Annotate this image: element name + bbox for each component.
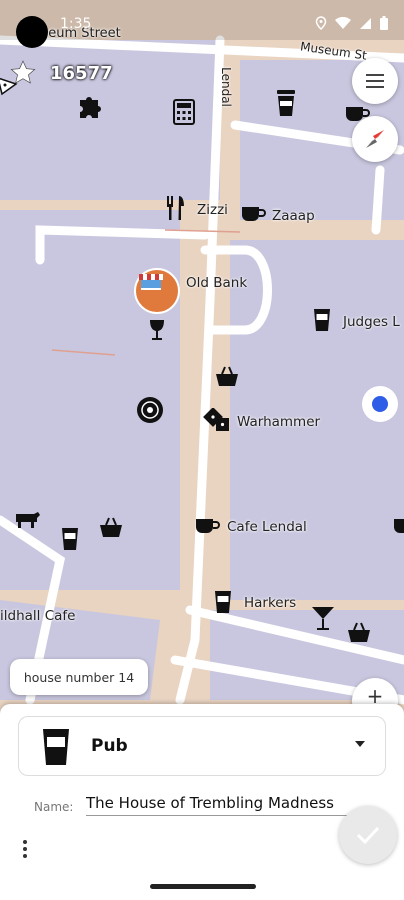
pint-glass-icon[interactable] <box>312 307 332 333</box>
compass-needle-icon <box>366 130 384 148</box>
cow-icon[interactable] <box>12 508 42 530</box>
coffee-cup-icon[interactable] <box>194 516 220 536</box>
hint-text: house number 14 <box>23 669 135 685</box>
check-icon <box>356 826 380 845</box>
poi-label: Old Bank <box>186 275 248 291</box>
pint-glass-icon <box>43 729 69 765</box>
gesture-nav-bar <box>150 884 256 889</box>
basket-icon[interactable] <box>98 515 124 539</box>
compass-button[interactable] <box>352 116 398 162</box>
poi-label: Zaaap <box>272 208 315 224</box>
poi-label: Judges L <box>343 314 400 330</box>
pint-glass-icon[interactable] <box>60 526 80 552</box>
status-time: 1:35 <box>60 16 92 32</box>
system-icons <box>315 16 388 30</box>
takeaway-cup-icon[interactable] <box>274 88 298 118</box>
cocktail-icon[interactable] <box>310 604 336 632</box>
score-value: 16577 <box>50 62 113 84</box>
shop-icon <box>139 274 163 290</box>
poi-label: Warhammer <box>237 414 321 430</box>
hamburger-icon <box>366 74 384 88</box>
basket-icon[interactable] <box>214 364 240 388</box>
wine-glass-icon[interactable] <box>148 318 166 342</box>
feature-type-label: Pub <box>91 736 128 756</box>
status-bar: 1:35 <box>0 0 404 34</box>
hint-tooltip: house number 14 <box>10 659 148 695</box>
poi-label: Zizzi <box>197 202 228 218</box>
basket-icon[interactable] <box>346 620 372 644</box>
selected-marker-pin[interactable] <box>134 268 180 314</box>
menu-button[interactable] <box>352 58 398 104</box>
vinyl-record-icon[interactable] <box>136 396 164 424</box>
wifi-icon <box>335 16 351 29</box>
pizza-icon <box>0 77 18 96</box>
feature-edit-panel: Pub Name: The House of Trembling Madness <box>0 704 404 900</box>
coffee-cup-icon[interactable] <box>392 516 404 536</box>
location-icon <box>315 16 327 30</box>
poi-label: ildhall Cafe <box>0 608 76 624</box>
calculator-icon[interactable] <box>172 99 196 125</box>
dice-icon[interactable] <box>202 408 232 434</box>
restaurant-icon[interactable] <box>164 194 188 222</box>
confirm-button[interactable] <box>339 806 397 864</box>
signal-icon <box>360 17 371 29</box>
puzzle-icon[interactable] <box>76 92 104 120</box>
battery-icon <box>380 16 388 30</box>
name-field-label: Name: <box>34 800 74 814</box>
feature-type-select[interactable]: Pub <box>18 716 386 776</box>
poi-label: Harkers <box>244 595 297 611</box>
more-options-icon[interactable] <box>20 840 30 860</box>
pint-glass-icon[interactable] <box>213 589 233 615</box>
score-counter: 16577 <box>0 60 113 96</box>
street-label: Lendal <box>218 67 233 107</box>
poi-label: Cafe Lendal <box>227 519 307 535</box>
coffee-cup-icon[interactable] <box>240 204 266 224</box>
current-location-dot <box>362 386 398 422</box>
name-input[interactable]: The House of Trembling Madness <box>86 794 352 816</box>
dropdown-caret-icon <box>355 741 365 747</box>
